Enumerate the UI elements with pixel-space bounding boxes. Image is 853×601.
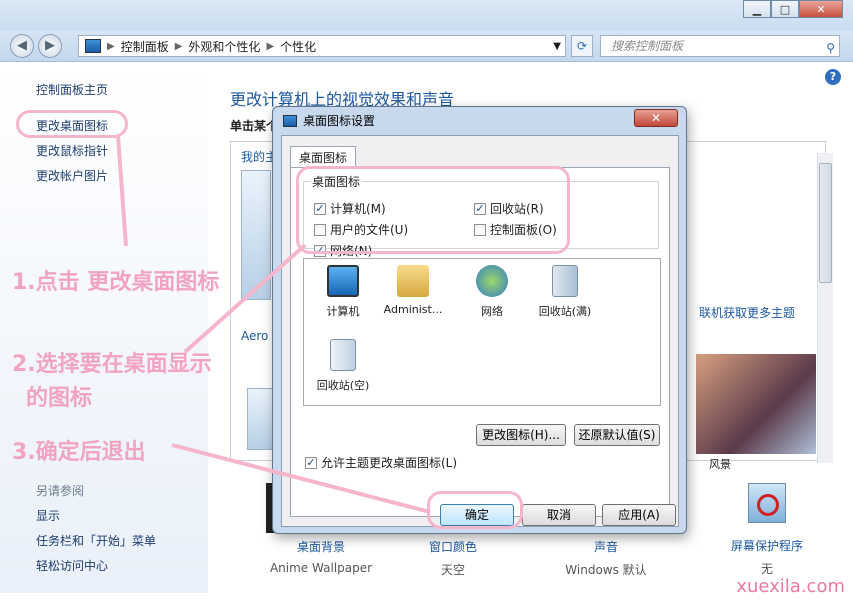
watermark: xuexila.com [736, 576, 845, 597]
annotation-line-step3 [171, 443, 431, 514]
annotation-step3: 3.确定后退出 [12, 440, 146, 465]
annotation-step1: 1.点击 更改桌面图标 [12, 270, 220, 295]
highlight-change-desktop-icons [16, 110, 128, 138]
annotation-line-step1 [116, 135, 128, 247]
highlight-checkbox-group [296, 166, 570, 254]
annotation-step2-line1: 2.选择要在桌面显示 [12, 352, 212, 377]
highlight-ok-button [427, 491, 523, 529]
annotation-line-step2 [183, 243, 307, 354]
annotation-step2-line2: 的图标 [26, 386, 93, 411]
